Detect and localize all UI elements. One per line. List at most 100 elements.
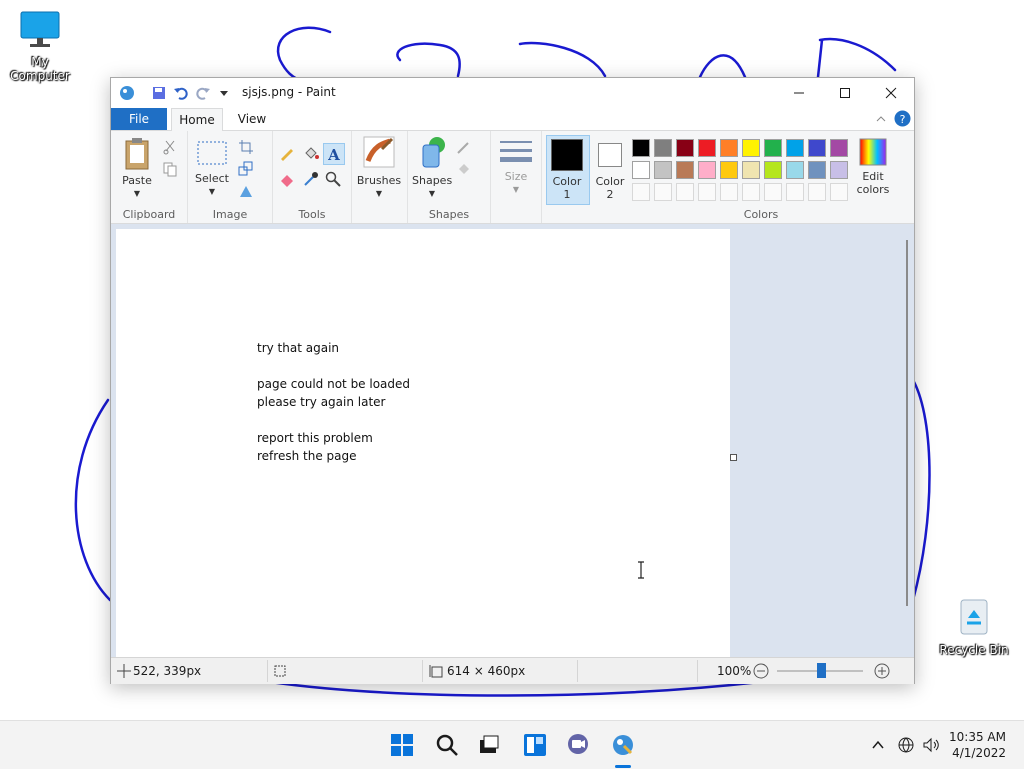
system-clock[interactable]: 10:35 AM 4/1/2022 (949, 729, 1006, 761)
ribbon: Paste ▼ Clipboard Select ▼ Image A Tools… (111, 131, 914, 224)
palette-swatch[interactable] (786, 139, 804, 157)
start-icon[interactable] (390, 733, 414, 757)
line-size-icon (500, 141, 532, 162)
search-icon[interactable] (435, 733, 459, 757)
minimize-button[interactable] (776, 78, 822, 108)
task-view-icon[interactable] (477, 733, 501, 757)
text-tool-button[interactable]: A (323, 143, 345, 165)
paint-taskbar-icon[interactable] (611, 733, 635, 757)
paste-button[interactable]: Paste ▼ (117, 137, 157, 200)
zoom-slider-thumb[interactable] (817, 663, 826, 678)
zoom-in-icon[interactable] (874, 663, 890, 679)
resize-icon[interactable] (238, 161, 254, 177)
drawing-canvas[interactable]: try that again page could not be loaded … (116, 229, 730, 657)
palette-swatch[interactable] (720, 139, 738, 157)
cut-icon[interactable] (162, 139, 178, 155)
chevron-up-icon[interactable] (871, 738, 885, 752)
maximize-button[interactable] (822, 78, 868, 108)
vertical-scrollbar[interactable] (906, 240, 908, 606)
save-icon[interactable] (151, 85, 167, 101)
palette-swatch[interactable] (632, 161, 650, 179)
recycle-bin-shortcut[interactable]: Recycle Bin (934, 596, 1014, 657)
eraser-icon[interactable] (279, 171, 295, 187)
volume-icon[interactable] (922, 737, 940, 753)
custom-color-slot[interactable] (720, 183, 738, 201)
cursor-position: 522, 339px (133, 664, 202, 678)
monitor-icon (20, 11, 60, 47)
size-button[interactable]: Size ▼ (497, 137, 535, 196)
palette-swatch[interactable] (654, 139, 672, 157)
palette-swatch[interactable] (808, 139, 826, 157)
my-computer-label: My Computer (10, 55, 70, 83)
color-picker-icon[interactable] (303, 171, 319, 187)
recycle-bin-label: Recycle Bin (939, 643, 1009, 657)
crop-icon[interactable] (238, 139, 254, 155)
my-computer-shortcut[interactable]: My Computer (0, 10, 80, 83)
custom-color-slot[interactable] (654, 183, 672, 201)
palette-swatch[interactable] (742, 139, 760, 157)
palette-swatch[interactable] (742, 161, 760, 179)
fill-bucket-icon[interactable] (303, 145, 319, 161)
custom-color-slot[interactable] (742, 183, 760, 201)
tab-view[interactable]: View (229, 108, 275, 130)
palette-swatch[interactable] (830, 161, 848, 179)
canvas-resize-handle[interactable] (730, 454, 737, 461)
collapse-ribbon-icon[interactable] (875, 113, 887, 125)
recycle-bin-icon (960, 599, 988, 635)
palette-swatch[interactable] (676, 161, 694, 179)
magnifier-icon[interactable] (325, 171, 341, 187)
tab-file[interactable]: File (111, 108, 167, 130)
shapes-button[interactable]: Shapes ▼ (412, 135, 452, 200)
custom-color-slot[interactable] (830, 183, 848, 201)
chat-icon[interactable] (566, 733, 590, 757)
outline-icon[interactable] (456, 139, 472, 155)
custom-color-slot[interactable] (632, 183, 650, 201)
custom-color-slot[interactable] (764, 183, 782, 201)
custom-color-slot[interactable] (676, 183, 694, 201)
network-icon[interactable] (898, 737, 914, 753)
palette-swatch[interactable] (632, 139, 650, 157)
tab-home[interactable]: Home (171, 108, 223, 131)
color2-button[interactable]: Color 2 (590, 143, 630, 201)
close-button[interactable] (868, 78, 914, 108)
zoom-out-icon[interactable] (753, 663, 769, 679)
close-icon (885, 87, 897, 99)
quick-access-dropdown-icon[interactable] (216, 85, 232, 101)
shapes-icon (422, 137, 445, 168)
palette-swatch[interactable] (698, 161, 716, 179)
palette-swatch[interactable] (764, 139, 782, 157)
palette-swatch[interactable] (676, 139, 694, 157)
edit-colors-button[interactable]: Edit colors (851, 137, 895, 196)
palette-swatch[interactable] (720, 161, 738, 179)
paste-icon (125, 138, 149, 170)
canvas-text-line: try that again (257, 341, 340, 355)
brush-icon (363, 136, 395, 168)
copy-icon[interactable] (162, 161, 178, 177)
widgets-icon[interactable] (523, 733, 547, 757)
redo-icon[interactable] (195, 85, 211, 101)
palette-swatch[interactable] (830, 139, 848, 157)
tools-group-label: Tools (298, 208, 326, 221)
pencil-icon[interactable] (279, 145, 295, 161)
rotate-icon[interactable] (238, 183, 254, 199)
palette-swatch[interactable] (764, 161, 782, 179)
clipboard-group-label: Clipboard (122, 208, 176, 221)
help-icon[interactable]: ? (894, 110, 911, 127)
custom-color-slot[interactable] (698, 183, 716, 201)
palette-swatch[interactable] (698, 139, 716, 157)
select-button[interactable]: Select ▼ (194, 139, 230, 198)
palette-swatch[interactable] (654, 161, 672, 179)
custom-color-slot[interactable] (786, 183, 804, 201)
custom-color-slot[interactable] (808, 183, 826, 201)
title-bar[interactable]: sjsjs.png - Paint (111, 78, 914, 108)
status-divider (577, 660, 578, 682)
color1-button[interactable]: Color 1 (547, 139, 587, 201)
shapes-group-label: Shapes (428, 208, 470, 221)
brushes-button[interactable]: Brushes ▼ (356, 135, 402, 200)
status-divider (267, 660, 268, 682)
image-group: Select ▼ Image (188, 131, 273, 223)
palette-swatch[interactable] (786, 161, 804, 179)
undo-icon[interactable] (173, 85, 189, 101)
palette-swatch[interactable] (808, 161, 826, 179)
fill-icon[interactable] (456, 161, 472, 177)
